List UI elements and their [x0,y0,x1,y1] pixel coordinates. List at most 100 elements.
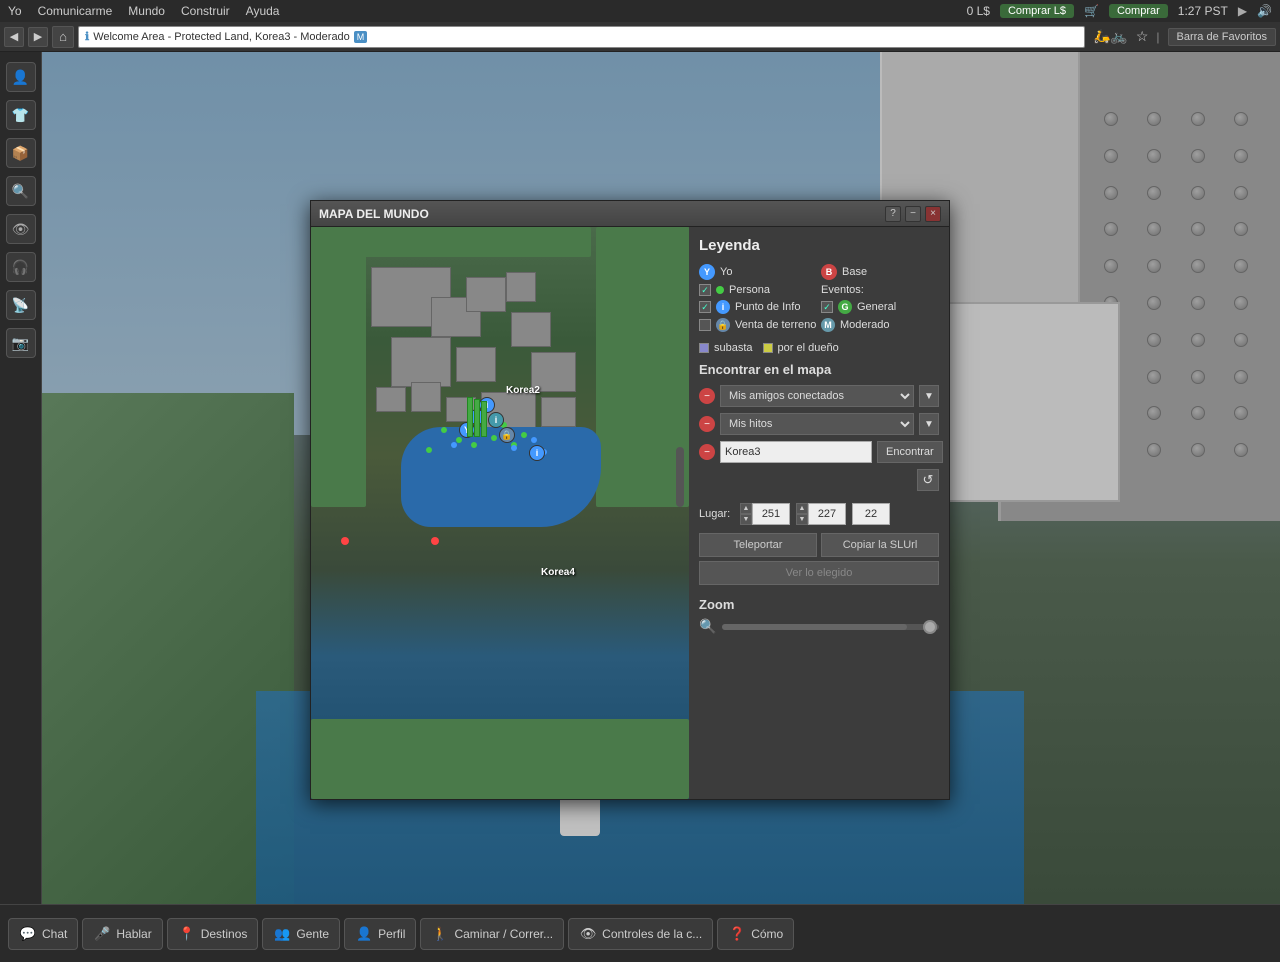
info-icon: ℹ [85,30,89,43]
coord-x-down[interactable]: ▼ [740,514,752,525]
dialog-title: MAPA DEL MUNDO [319,207,885,221]
legend-persona-dot [716,286,724,294]
legend-persona-checkbox[interactable] [699,284,711,296]
zoom-slider-handle[interactable] [923,620,937,634]
coords-section: Lugar: ▲ ▼ ▲ ▼ [699,503,939,585]
stream-icon[interactable]: ▶ [1238,4,1247,18]
destinations-button[interactable]: 📍 Destinos [167,918,259,950]
find-friends-dropdown-btn[interactable]: ▼ [919,385,939,407]
find-title: Encontrar en el mapa [699,362,939,377]
profile-taskbar-label: Perfil [378,927,405,941]
legend-color-boxes: subasta por el dueño [699,342,939,354]
inventory-sidebar-button[interactable]: 📦 [6,138,36,168]
legend-venta-checkbox[interactable] [699,319,711,331]
legend-panel: Leyenda Y Yo B Base Persona [689,227,949,799]
buy-button[interactable]: Comprar [1109,4,1168,18]
talk-icon: 🎤 [93,925,111,943]
find-friends-dropdown[interactable]: Mis amigos conectados [720,385,914,407]
map-label-korea2: Korea2 [506,385,540,396]
menu-mundo[interactable]: Mundo [128,4,165,18]
minimize-dialog-button[interactable]: − [905,206,921,222]
coord-x-input[interactable] [752,503,790,525]
balance-display: 0 L$ [967,4,990,18]
map-building-12 [376,387,406,412]
zoom-slider[interactable] [722,624,939,630]
menu-yo[interactable]: Yo [8,4,22,18]
headset-sidebar-button[interactable]: 🎧 [6,252,36,282]
people-icon: 👥 [273,925,291,943]
legend-general: G General [821,300,939,314]
find-search-input[interactable] [720,441,872,463]
teleport-button[interactable]: Teleportar [699,533,817,557]
find-button[interactable]: Encontrar [877,441,943,463]
menu-comunicarme[interactable]: Comunicarme [38,4,113,18]
coord-y-up[interactable]: ▲ [796,503,808,514]
bookmark-button[interactable]: ☆ [1136,28,1149,45]
search-sidebar-button[interactable]: 🔍 [6,176,36,206]
help-taskbar-icon: ❓ [728,925,746,943]
menu-ayuda[interactable]: Ayuda [246,4,280,18]
find-remove-hitos-button[interactable]: − [699,416,715,432]
legend-title: Leyenda [699,237,939,254]
clothing-sidebar-button[interactable]: 👕 [6,100,36,130]
people-button[interactable]: 👥 Gente [262,918,340,950]
help-taskbar-button[interactable]: ❓ Cómo [717,918,794,950]
find-refresh-button[interactable]: ↺ [917,469,939,491]
coords-row: Lugar: ▲ ▼ ▲ ▼ [699,503,939,525]
map-building-6 [511,312,551,347]
top-menu-bar: Yo Comunicarme Mundo Construir Ayuda 0 L… [0,0,1280,22]
radio-sidebar-button[interactable]: 📡 [6,290,36,320]
map-scrollbar[interactable] [676,447,684,507]
camera-sidebar-button[interactable]: 📷 [6,328,36,358]
chat-button[interactable]: 💬 Chat [8,918,78,950]
find-remove-search-button[interactable]: − [699,444,715,460]
legend-venta-terreno: 🔒 Venta de terreno [699,318,817,332]
address-bar[interactable]: ℹ Welcome Area - Protected Land, Korea3 … [78,26,1085,48]
close-dialog-button[interactable]: × [925,206,941,222]
map-building-13 [541,397,576,427]
destinations-icon: 📍 [178,925,196,943]
find-hitos-dropdown-btn[interactable]: ▼ [919,413,939,435]
legend-subasta: subasta [699,342,753,354]
legend-persona-label: Persona [729,284,770,296]
view-chosen-button[interactable]: Ver lo elegido [699,561,939,585]
map-person-dot-1 [441,427,447,433]
map-green-strip-1 [467,397,473,437]
map-building-8 [456,347,496,382]
buy-linden-button[interactable]: Comprar L$ [1000,4,1074,18]
legend-general-checkbox[interactable] [821,301,833,313]
coord-x-group: ▲ ▼ [740,503,790,525]
find-row-hitos: − Mis hitos ▼ [699,413,939,435]
legend-subasta-label: subasta [714,342,753,354]
coord-x-up[interactable]: ▲ [740,503,752,514]
zoom-search-icon: 🔍 [699,618,716,635]
menu-construir[interactable]: Construir [181,4,230,18]
talk-button[interactable]: 🎤 Hablar [82,918,162,950]
forward-button[interactable]: ▶ [28,27,48,47]
legend-punto-info-checkbox[interactable] [699,301,711,313]
controls-button[interactable]: 👁 Controles de la c... [568,918,713,950]
taskbar: 💬 Chat 🎤 Hablar 📍 Destinos 👥 Gente 👤 Per… [0,904,1280,962]
home-button[interactable]: ⌂ [52,26,74,48]
help-dialog-button[interactable]: ? [885,206,901,222]
map-green-left [311,227,366,507]
coord-y-input[interactable] [808,503,846,525]
map-area[interactable]: NO N NE O E SO S SE [311,227,689,799]
coord-y-down[interactable]: ▼ [796,514,808,525]
coord-z-input[interactable] [852,503,890,525]
find-section: Encontrar en el mapa − Mis amigos conect… [699,362,939,491]
profile-taskbar-button[interactable]: 👤 Perfil [344,918,416,950]
favorites-bar[interactable]: Barra de Favoritos [1168,28,1276,46]
audio-icon[interactable]: 🔊 [1257,4,1272,18]
find-hitos-dropdown[interactable]: Mis hitos [720,413,914,435]
profile-sidebar-button[interactable]: 👁 [6,214,36,244]
find-remove-friends-button[interactable]: − [699,388,715,404]
copy-slurl-button[interactable]: Copiar la SLUrl [821,533,939,557]
walk-button[interactable]: 🚶 Caminar / Correr... [420,918,564,950]
legend-venta-icon: 🔒 [716,318,730,332]
find-row-search: − Encontrar [699,441,939,463]
avatar-sidebar-button[interactable]: 👤 [6,62,36,92]
back-button[interactable]: ◀ [4,27,24,47]
vehicles-icon[interactable]: 🛵🚲 [1093,28,1128,45]
legend-general-icon: G [838,300,852,314]
